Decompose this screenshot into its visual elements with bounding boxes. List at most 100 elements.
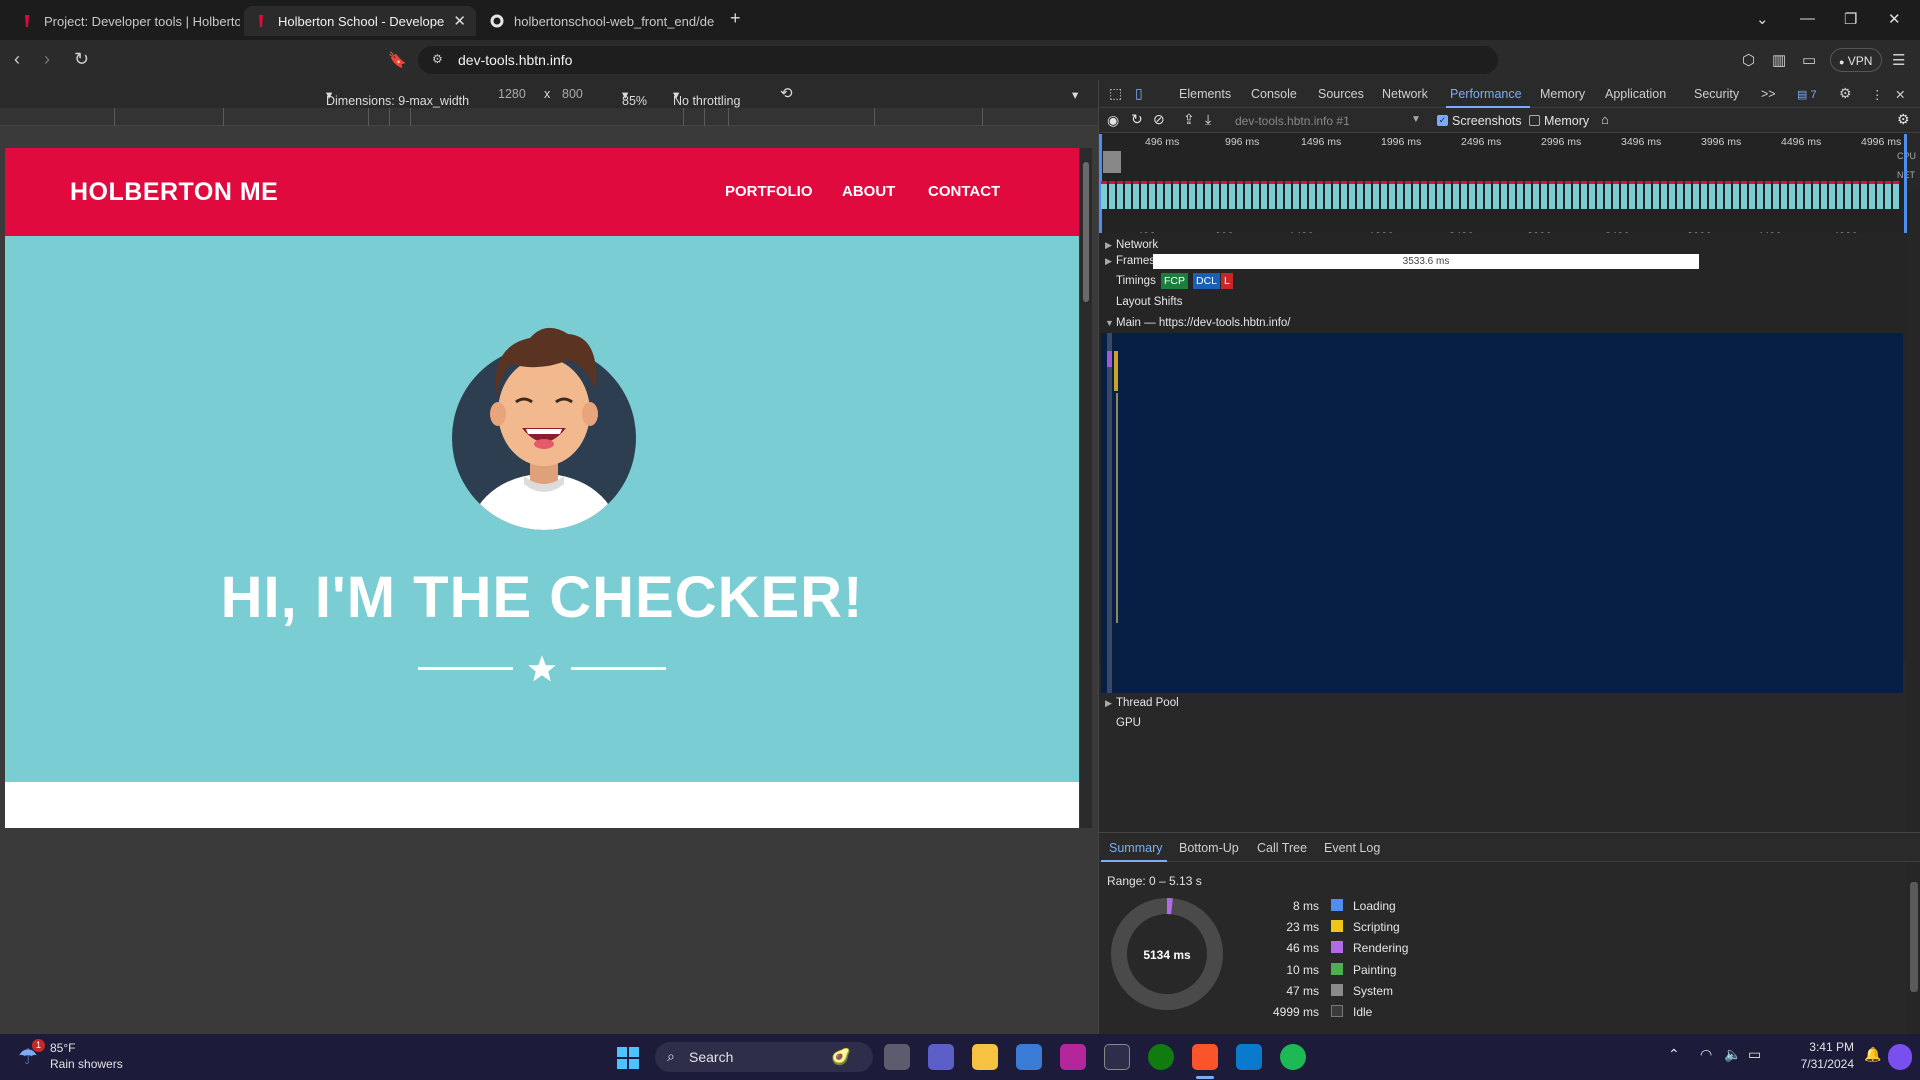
fcp-marker[interactable]: FCP [1161, 273, 1188, 289]
track-gpu[interactable]: GPU [1116, 717, 1141, 729]
summary-scrollbar[interactable] [1907, 862, 1920, 1034]
tray-chevron-icon[interactable]: ⌃ [1668, 1046, 1680, 1063]
site-brand[interactable]: HOLBERTON ME [70, 178, 278, 207]
tab-network[interactable]: Network [1382, 87, 1428, 101]
issues-badge[interactable]: ▤ 7 [1797, 88, 1817, 101]
timeline-scrollbar[interactable] [1907, 190, 1920, 832]
reload-record-icon[interactable]: ↻ [1131, 111, 1143, 128]
screenshots-checkbox[interactable]: ✓ [1437, 115, 1448, 126]
tab-project-developer-tools[interactable]: Project: Developer tools | Holberton [10, 6, 240, 36]
tab-elements[interactable]: Elements [1179, 87, 1231, 101]
scrollbar-thumb[interactable] [1083, 162, 1089, 302]
collect-garbage-icon[interactable]: ⌂ [1601, 112, 1609, 127]
capture-settings-icon[interactable]: ⚙ [1897, 111, 1910, 128]
clock-date[interactable]: 7/31/2024 [1780, 1057, 1854, 1071]
copilot-icon[interactable] [1888, 1044, 1912, 1070]
more-tabs-icon[interactable]: >> [1761, 87, 1776, 101]
restore-icon[interactable]: ❐ [1844, 10, 1857, 28]
track-network[interactable]: Network [1116, 239, 1158, 251]
taskbar-search[interactable]: ⌕ Search 🥑 [655, 1042, 873, 1072]
tab-sources[interactable]: Sources [1318, 87, 1364, 101]
device-toggle-icon[interactable]: ▯ [1135, 85, 1143, 102]
tab-console[interactable]: Console [1251, 87, 1297, 101]
sidebar-icon[interactable]: ▥ [1772, 51, 1786, 69]
tab-security[interactable]: Security [1694, 87, 1739, 101]
dimensions-select[interactable]: Dimensions: 9-max_width ▾ [326, 87, 469, 108]
tab-performance[interactable]: Performance [1450, 87, 1522, 101]
track-frames[interactable]: Frames [1116, 255, 1155, 267]
wifi-icon[interactable]: ◠ [1700, 1046, 1712, 1063]
recording-select-chevron-icon[interactable]: ▼ [1411, 114, 1421, 125]
forward-icon[interactable]: › [44, 49, 50, 70]
keyboard-app-icon[interactable] [1104, 1044, 1130, 1070]
track-main[interactable]: Main — https://dev-tools.hbtn.info/ [1116, 317, 1291, 329]
xbox-icon[interactable] [1148, 1044, 1174, 1070]
spotify-icon[interactable] [1280, 1044, 1306, 1070]
tab-call-tree[interactable]: Call Tree [1257, 841, 1307, 855]
back-icon[interactable]: ‹ [14, 49, 20, 70]
reload-icon[interactable]: ↻ [74, 49, 89, 70]
device-toolbar-more-icon[interactable]: ▾ [1072, 87, 1078, 102]
weather-temp[interactable]: 85°F [50, 1041, 75, 1055]
recording-select[interactable]: dev-tools.hbtn.info #1 [1235, 114, 1350, 128]
close-devtools-icon[interactable]: ✕ [1895, 87, 1905, 102]
summary-scrollbar-thumb[interactable] [1910, 882, 1918, 992]
new-tab-icon[interactable]: + [730, 8, 741, 29]
tab-search-chevron-icon[interactable]: ⌄ [1756, 10, 1769, 28]
clear-icon[interactable]: ⊘ [1153, 111, 1165, 128]
site-info-icon[interactable]: ⚙ [432, 52, 443, 66]
battery-icon[interactable]: ▭ [1748, 1046, 1761, 1063]
notification-bell-icon[interactable]: 🔔 [1864, 1046, 1881, 1063]
address-bar[interactable]: ⚙ dev-tools.hbtn.info [418, 46, 1498, 74]
settings-gear-icon[interactable]: ⚙ [1839, 85, 1852, 102]
close-tab-icon[interactable]: ✕ [445, 12, 466, 30]
inspect-element-icon[interactable]: ⬚ [1109, 85, 1122, 102]
devtools-menu-icon[interactable]: ⋮ [1871, 87, 1884, 102]
height-input[interactable]: 800 [562, 87, 583, 101]
vpn-button[interactable]: ● VPN [1830, 48, 1882, 72]
zoom-select[interactable]: 85% ▾ [622, 87, 647, 108]
tab-memory[interactable]: Memory [1540, 87, 1585, 101]
task-view-icon[interactable] [884, 1044, 910, 1070]
minimize-icon[interactable]: — [1800, 10, 1815, 27]
nav-about[interactable]: ABOUT [842, 183, 895, 200]
throttle-select[interactable]: No throttling ▾ [673, 87, 740, 108]
main-thread-flamechart[interactable] [1101, 333, 1903, 693]
tab-bottom-up[interactable]: Bottom-Up [1179, 841, 1239, 855]
download-profile-icon[interactable]: ⤓ [1205, 111, 1211, 128]
nav-contact[interactable]: CONTACT [928, 183, 1000, 200]
wallet-icon[interactable]: ▭ [1802, 51, 1816, 69]
rotate-icon[interactable]: ⟲ [780, 84, 793, 102]
expand-thread-pool-icon[interactable]: ▶ [1105, 698, 1112, 709]
expand-frames-icon[interactable]: ▶ [1105, 256, 1112, 267]
extensions-icon[interactable]: ⬡ [1742, 51, 1755, 69]
collapse-main-icon[interactable]: ▼ [1105, 318, 1114, 328]
volume-icon[interactable]: 🔈 [1724, 1046, 1741, 1063]
app-icon[interactable] [1060, 1044, 1086, 1070]
weather-desc[interactable]: Rain showers [50, 1057, 123, 1071]
store-icon[interactable] [1016, 1044, 1042, 1070]
brave-browser-icon[interactable] [1192, 1044, 1218, 1070]
vscode-icon[interactable] [1236, 1044, 1262, 1070]
menu-icon[interactable]: ☰ [1892, 51, 1905, 69]
nav-portfolio[interactable]: PORTFOLIO [725, 183, 813, 200]
track-thread-pool[interactable]: Thread Pool [1116, 697, 1179, 709]
tab-application[interactable]: Application [1605, 87, 1666, 101]
page-scrollbar[interactable] [1080, 148, 1092, 828]
upload-profile-icon[interactable]: ⇪ [1183, 111, 1195, 128]
memory-checkbox[interactable] [1529, 115, 1540, 126]
file-explorer-icon[interactable] [972, 1044, 998, 1070]
tab-summary[interactable]: Summary [1109, 841, 1162, 855]
width-input[interactable]: 1280 [498, 87, 526, 101]
clock-time[interactable]: 3:41 PM [1780, 1040, 1854, 1054]
windows-start-icon[interactable] [616, 1046, 640, 1070]
record-icon[interactable]: ◉ [1107, 112, 1119, 129]
expand-network-icon[interactable]: ▶ [1105, 240, 1112, 251]
tab-holberton-school-developer[interactable]: Holberton School - Developer t ✕ [244, 6, 476, 36]
teams-icon[interactable] [928, 1044, 954, 1070]
bookmark-icon[interactable]: 🔖 [388, 51, 407, 69]
tab-event-log[interactable]: Event Log [1324, 841, 1380, 855]
load-marker[interactable]: L [1221, 273, 1233, 289]
dcl-marker[interactable]: DCL [1193, 273, 1221, 289]
close-window-icon[interactable]: ✕ [1888, 10, 1901, 28]
